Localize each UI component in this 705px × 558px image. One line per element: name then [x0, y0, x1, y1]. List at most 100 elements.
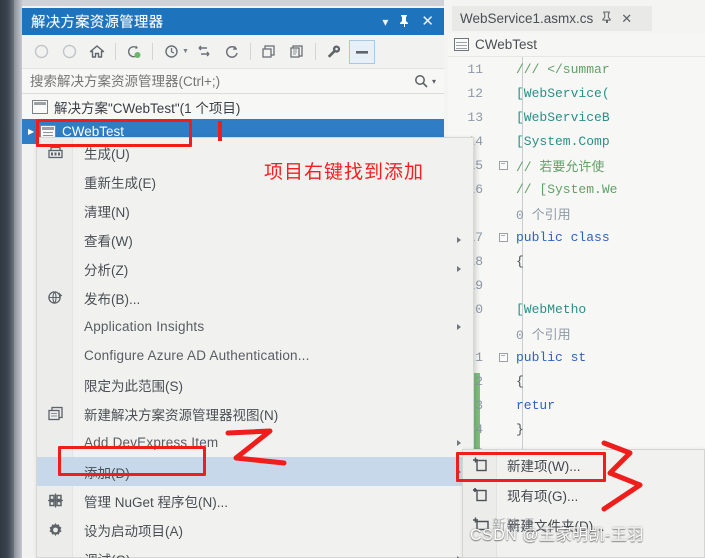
code-line: 11 /// </summar — [448, 57, 705, 81]
solution-explorer-titlebar: 解决方案资源管理器 ▾ ✕ — [22, 8, 444, 35]
code-text: { — [516, 253, 524, 269]
new-item-icon — [472, 457, 489, 474]
submenu-arrow-icon — [457, 439, 461, 446]
submenu-item-2[interactable]: 现有项(G)... — [463, 480, 704, 510]
add-submenu[interactable]: 新建项(W)... 现有项(G)... 新建文件夹(D)... — [462, 449, 705, 558]
code-text: [WebMetho — [516, 301, 587, 317]
refresh-icon[interactable] — [219, 40, 245, 64]
close-icon[interactable]: ✕ — [421, 14, 434, 29]
menu-item-label: Application Insights — [84, 319, 205, 334]
toolbar-separator — [314, 43, 316, 60]
code-text: 0 个引用 — [516, 207, 571, 223]
line-number: 12 — [467, 85, 483, 101]
expand-chevron-icon[interactable]: ▶ — [28, 127, 40, 136]
menu-item-13[interactable]: 管理 NuGet 程序包(N)... — [37, 486, 473, 515]
code-line: 19 — [448, 273, 705, 297]
menu-item-14[interactable]: 设为启动项目(A) — [37, 515, 473, 544]
code-line: 18{ — [448, 249, 705, 273]
menu-item-7[interactable]: Application Insights — [37, 312, 473, 341]
solution-explorer-title: 解决方案资源管理器 — [31, 15, 164, 31]
new-folder-icon — [472, 517, 489, 534]
code-text: /// </summar — [516, 61, 610, 77]
menu-item-2[interactable]: 重新生成(E) — [37, 167, 473, 196]
publish-icon — [46, 288, 65, 307]
code-text: // [System.We — [516, 181, 618, 197]
fold-toggle-icon[interactable]: − — [490, 232, 516, 242]
code-text: retur — [516, 397, 556, 413]
menu-item-label: 重新生成(E) — [84, 175, 156, 191]
project-context-menu[interactable]: 生成(U) 重新生成(E) 清理(N) 查看(W) 分析(Z) 发布(B)... Appli… — [36, 137, 474, 558]
pin-icon[interactable] — [399, 14, 410, 29]
code-line: 0 个引用 — [448, 201, 705, 225]
menu-item-label: 限定为此范围(S) — [84, 378, 183, 394]
code-line: 12 [WebService( — [448, 81, 705, 105]
code-text: 0 个引用 — [516, 327, 571, 343]
menu-item-label: 生成(U) — [84, 146, 130, 162]
code-text: } — [516, 421, 524, 437]
menu-item-label: 设为启动项目(A) — [84, 523, 183, 539]
submenu-item-3[interactable]: 新建文件夹(D)... — [463, 510, 704, 540]
properties-icon[interactable] — [321, 40, 347, 64]
forward-icon[interactable] — [56, 40, 82, 64]
pin-icon[interactable] — [602, 11, 612, 26]
gear-icon — [46, 520, 65, 539]
menu-item-6[interactable]: 发布(B)... — [37, 283, 473, 312]
menu-item-label: Add DevExpress Item — [84, 435, 219, 450]
code-text: [WebService( — [516, 85, 610, 101]
toolbar-separator — [152, 43, 153, 60]
code-text: [WebServiceB — [516, 109, 610, 125]
code-line: 17− public class — [448, 225, 705, 249]
menu-item-12[interactable]: 添加(D) — [37, 457, 473, 486]
fold-toggle-icon[interactable]: − — [490, 352, 516, 362]
submenu-item-1[interactable]: 新建项(W)... — [463, 450, 704, 480]
submenu-arrow-icon — [457, 236, 461, 243]
tree-item-solution[interactable]: 解决方案"CWebTest"(1 个项目) — [22, 94, 444, 119]
home-icon[interactable] — [84, 40, 110, 64]
collapse-all-icon[interactable] — [191, 40, 217, 64]
code-text: public st — [516, 349, 587, 365]
code-line: 16// [System.We — [448, 177, 705, 201]
view-code-icon[interactable] — [284, 40, 310, 64]
sync-with-active-document-icon[interactable] — [121, 40, 147, 64]
dropdown-icon[interactable]: ▾ — [382, 16, 388, 28]
search-dropdown-icon[interactable]: ▾ — [432, 77, 436, 86]
solution-explorer-toolbar: ▼ — [22, 35, 444, 68]
tree-item-solution-label: 解决方案"CWebTest"(1 个项目) — [54, 100, 241, 116]
submenu-item-label: 现有项(G)... — [507, 489, 579, 504]
menu-item-label: 调试(G) — [84, 549, 131, 558]
preview-selected-items-icon[interactable] — [348, 39, 375, 64]
code-line: 13 [WebServiceB — [448, 105, 705, 129]
menu-item-9[interactable]: 限定为此范围(S) — [37, 370, 473, 399]
menu-item-3[interactable]: 清理(N) — [37, 196, 473, 225]
back-icon[interactable] — [28, 40, 54, 64]
menu-item-4[interactable]: 查看(W) — [37, 225, 473, 254]
search-input[interactable] — [22, 73, 392, 89]
line-number: 11 — [467, 61, 483, 77]
menu-item-label: 添加(D) — [84, 465, 130, 481]
code-line: 15−// 若要允许使 — [448, 153, 705, 177]
pending-changes-filter-icon[interactable] — [158, 40, 184, 64]
close-icon[interactable]: ✕ — [621, 11, 632, 27]
nuget-icon — [46, 491, 65, 510]
search-icon[interactable]: ▾ — [414, 74, 444, 89]
existing-item-icon — [472, 487, 489, 504]
code-line: 14 [System.Comp — [448, 129, 705, 153]
line-number: 13 — [467, 109, 483, 125]
fold-toggle-icon[interactable]: − — [490, 160, 516, 170]
menu-item-5[interactable]: 分析(Z) — [37, 254, 473, 283]
build-icon — [46, 143, 65, 162]
menu-item-1[interactable]: 生成(U) — [37, 138, 473, 167]
code-text: [System.Comp — [516, 133, 610, 149]
menu-item-10[interactable]: 新建解决方案资源管理器视图(N) — [37, 399, 473, 428]
submenu-arrow-icon — [457, 323, 461, 330]
breadcrumb[interactable]: CWebTest — [448, 33, 705, 57]
code-line: 24} — [448, 417, 705, 441]
show-all-files-icon[interactable] — [256, 40, 282, 64]
submenu-item-label: 新建文件夹(D)... — [507, 519, 605, 534]
window-left-edge — [0, 0, 14, 558]
menu-item-15[interactable]: 调试(G) — [37, 544, 473, 558]
menu-item-8[interactable]: Configure Azure AD Authentication... — [37, 341, 473, 370]
menu-item-label: 清理(N) — [84, 204, 130, 220]
editor-tab[interactable]: WebService1.asmx.cs ✕ — [452, 6, 652, 31]
menu-item-11[interactable]: Add DevExpress Item — [37, 428, 473, 457]
